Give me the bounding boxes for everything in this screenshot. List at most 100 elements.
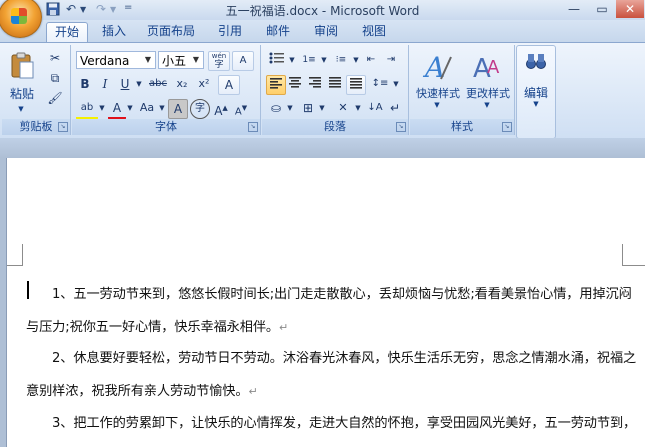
close-button[interactable]: ✕: [616, 0, 644, 18]
ruler-strip: [0, 138, 645, 158]
office-logo-icon: [11, 8, 27, 24]
document-line-3[interactable]: 2、休息要好要轻松，劳动节日不劳动。沐浴春光沐春风，快乐生活乐无穷，思念之情潮水…: [52, 347, 636, 366]
align-right-icon: [309, 77, 321, 88]
find-binoculars-icon[interactable]: [523, 52, 549, 78]
multilevel-list-button[interactable]: ⁝≡: [330, 51, 352, 69]
strikethrough-button[interactable]: abc: [146, 75, 170, 93]
paste-icon: [11, 52, 34, 79]
ribbon-tabs: 开始 插入 页面布局 引用 邮件 审阅 视图: [0, 20, 645, 42]
align-left-button[interactable]: [266, 75, 286, 95]
crop-mark: [22, 244, 23, 266]
window-title: 五一祝福语.docx - Microsoft Word: [225, 4, 420, 18]
font-launcher-icon[interactable]: ↘: [248, 122, 258, 132]
align-right-button[interactable]: [306, 75, 324, 93]
clear-formatting-button[interactable]: A: [218, 75, 240, 95]
decrease-indent-button[interactable]: ⇤: [362, 51, 380, 69]
font-size-combo[interactable]: 小五 ▼: [158, 51, 204, 69]
change-case-dropdown-icon[interactable]: ▼: [158, 99, 166, 117]
paragraph-mark-icon: ↵: [248, 385, 258, 398]
bullets-dropdown-icon[interactable]: ▼: [288, 51, 296, 69]
borders-button[interactable]: ⊞: [298, 99, 318, 117]
clipboard-launcher-icon[interactable]: ↘: [58, 122, 68, 132]
grow-font-button[interactable]: A▲: [212, 99, 230, 118]
numbering-dropdown-icon[interactable]: ▼: [320, 51, 328, 69]
shading-button[interactable]: ⛀: [266, 99, 286, 117]
styles-group-label: 样式: [410, 119, 514, 135]
italic-button[interactable]: I: [96, 75, 114, 93]
font-size-change-button[interactable]: A: [232, 51, 254, 71]
ribbon: 粘贴 ▼ ✂ ⧉ 🖌 剪贴板 ↘ Verdana ▼ 小五 ▼ wén 字 A B I…: [0, 42, 645, 139]
font-color-button[interactable]: A: [108, 99, 126, 120]
format-painter-icon[interactable]: 🖌: [46, 89, 64, 107]
change-case-button[interactable]: Aa: [136, 99, 158, 117]
chinese-layout-dropdown-icon[interactable]: ▼: [354, 99, 362, 117]
shading-dropdown-icon[interactable]: ▼: [286, 99, 294, 117]
editing-label[interactable]: 编辑: [519, 84, 553, 101]
line-spacing-dropdown-icon[interactable]: ▼: [392, 75, 400, 93]
crop-mark: [622, 244, 623, 266]
align-center-icon: [289, 77, 301, 88]
justify-icon: [329, 77, 341, 88]
phonetic-guide-button[interactable]: wén 字: [208, 51, 230, 71]
font-name-combo[interactable]: Verdana ▼: [76, 51, 156, 69]
clipboard-group: 粘贴 ▼ ✂ ⧉ 🖌 剪贴板 ↘: [2, 45, 71, 135]
paste-label: 粘贴: [9, 87, 34, 101]
tab-mailings[interactable]: 邮件: [258, 22, 298, 41]
underline-button[interactable]: U: [116, 75, 134, 93]
quick-styles-dropdown-icon[interactable]: ▼: [432, 101, 442, 109]
chinese-layout-button[interactable]: ✕: [332, 99, 354, 117]
crop-mark: [622, 265, 645, 266]
superscript-button[interactable]: x²: [194, 75, 214, 93]
tab-home[interactable]: 开始: [46, 22, 88, 42]
quick-styles-icon: A: [422, 51, 452, 84]
paragraph-mark-icon: ↵: [279, 321, 289, 334]
sort-button[interactable]: ↓A: [366, 99, 384, 117]
increase-indent-button[interactable]: ⇥: [382, 51, 400, 69]
change-styles-dropdown-icon[interactable]: ▼: [482, 101, 492, 109]
font-group: Verdana ▼ 小五 ▼ wén 字 A B I U ▼ abc x₂ x² A …: [72, 45, 261, 135]
cut-icon[interactable]: ✂: [46, 49, 64, 67]
font-color-dropdown-icon[interactable]: ▼: [126, 99, 134, 117]
minimize-button[interactable]: —: [560, 0, 588, 18]
text-caret: [27, 281, 29, 299]
line-spacing-button[interactable]: ↕≡: [368, 75, 392, 93]
paste-dropdown-icon[interactable]: ▼: [16, 105, 26, 113]
restore-button[interactable]: ▭: [588, 0, 616, 18]
tab-references[interactable]: 引用: [210, 22, 250, 41]
character-shading-button[interactable]: A: [168, 99, 188, 119]
title-bar: ↶ ▼ ↷ ▼ = 五一祝福语.docx - Microsoft Word — …: [0, 0, 645, 38]
highlight-dropdown-icon[interactable]: ▼: [98, 99, 106, 117]
tab-view[interactable]: 视图: [354, 22, 394, 41]
paragraph-launcher-icon[interactable]: ↘: [396, 122, 406, 132]
numbering-button[interactable]: 1≡: [298, 51, 320, 69]
document-line-5[interactable]: 3、把工作的劳累卸下，让快乐的心情挥发，走进大自然的怀抱，享受田园风光美好，五一…: [52, 412, 636, 431]
document-line-1[interactable]: 1、五一劳动节来到，悠悠长假时间长;出门走走散散心，丢却烦恼与忧愁;看看美景怡心…: [52, 283, 632, 302]
subscript-button[interactable]: x₂: [172, 75, 192, 93]
show-marks-button[interactable]: ↵: [386, 99, 404, 117]
styles-launcher-icon[interactable]: ↘: [502, 122, 512, 132]
tab-insert[interactable]: 插入: [94, 22, 134, 41]
tab-review[interactable]: 审阅: [306, 22, 346, 41]
copy-icon[interactable]: ⧉: [46, 69, 64, 87]
chevron-down-icon[interactable]: ▼: [190, 52, 202, 68]
justify-button[interactable]: [326, 75, 344, 93]
multilevel-dropdown-icon[interactable]: ▼: [352, 51, 360, 69]
chevron-down-icon[interactable]: ▼: [142, 52, 154, 68]
document-page[interactable]: [6, 158, 645, 447]
borders-dropdown-icon[interactable]: ▼: [318, 99, 326, 117]
underline-dropdown-icon[interactable]: ▼: [134, 75, 144, 93]
editing-dropdown-icon[interactable]: ▼: [531, 100, 541, 108]
document-line-2[interactable]: 与压力;祝你五一好心情，快乐幸福永相伴。↵: [26, 316, 288, 335]
enclose-characters-button[interactable]: 字: [190, 99, 210, 119]
styles-group: A 快速样式 ▼ AA 更改样式 ▼ 样式 ↘: [410, 45, 515, 135]
change-styles-icon: AA: [473, 54, 500, 84]
distributed-button[interactable]: [346, 75, 366, 95]
highlight-button[interactable]: ab: [76, 99, 98, 120]
bullets-button[interactable]: [266, 51, 288, 69]
quick-styles-label: 快速样式: [416, 87, 460, 100]
tab-page-layout[interactable]: 页面布局: [140, 22, 202, 41]
shrink-font-button[interactable]: A▼: [232, 99, 250, 117]
bold-button[interactable]: B: [76, 75, 94, 93]
align-center-button[interactable]: [286, 75, 304, 93]
document-line-4[interactable]: 意别样浓，祝我所有亲人劳动节愉快。↵: [26, 380, 258, 399]
